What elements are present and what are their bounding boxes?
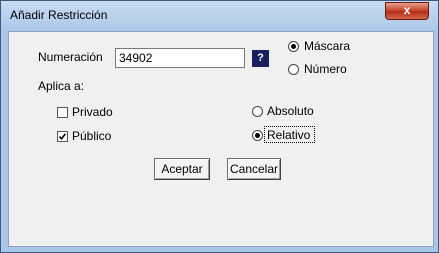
numeracion-input[interactable]	[115, 48, 245, 68]
close-button[interactable]: x	[385, 2, 429, 20]
mascara-radio[interactable]	[288, 41, 299, 52]
relativo-label[interactable]: Relativo	[267, 128, 310, 142]
numero-label[interactable]: Número	[304, 62, 347, 76]
relativo-radio[interactable]	[252, 130, 263, 141]
absoluto-label[interactable]: Absoluto	[267, 104, 314, 118]
numero-radio[interactable]	[288, 64, 299, 75]
window-title: Añadir Restricción	[10, 8, 108, 22]
title-bar: Añadir Restricción x	[1, 1, 438, 31]
absoluto-radio[interactable]	[252, 106, 263, 117]
numeracion-label: Numeración	[38, 50, 103, 64]
publico-label[interactable]: Público	[72, 129, 111, 143]
accept-button[interactable]: Aceptar	[154, 158, 210, 180]
dialog-body: Numeración ? Máscara Número Aplica a: Pr…	[8, 31, 434, 247]
help-button[interactable]: ?	[252, 50, 269, 67]
mascara-label[interactable]: Máscara	[304, 39, 350, 53]
publico-checkbox[interactable]	[57, 131, 68, 142]
cancel-button[interactable]: Cancelar	[227, 158, 281, 180]
dialog-window: Añadir Restricción x Numeración ? Máscar…	[0, 0, 439, 253]
question-icon: ?	[257, 52, 264, 64]
privado-checkbox[interactable]	[57, 107, 68, 118]
close-icon: x	[403, 3, 411, 17]
aplica-label: Aplica a:	[38, 79, 85, 93]
privado-label[interactable]: Privado	[72, 105, 113, 119]
check-icon	[58, 133, 67, 141]
